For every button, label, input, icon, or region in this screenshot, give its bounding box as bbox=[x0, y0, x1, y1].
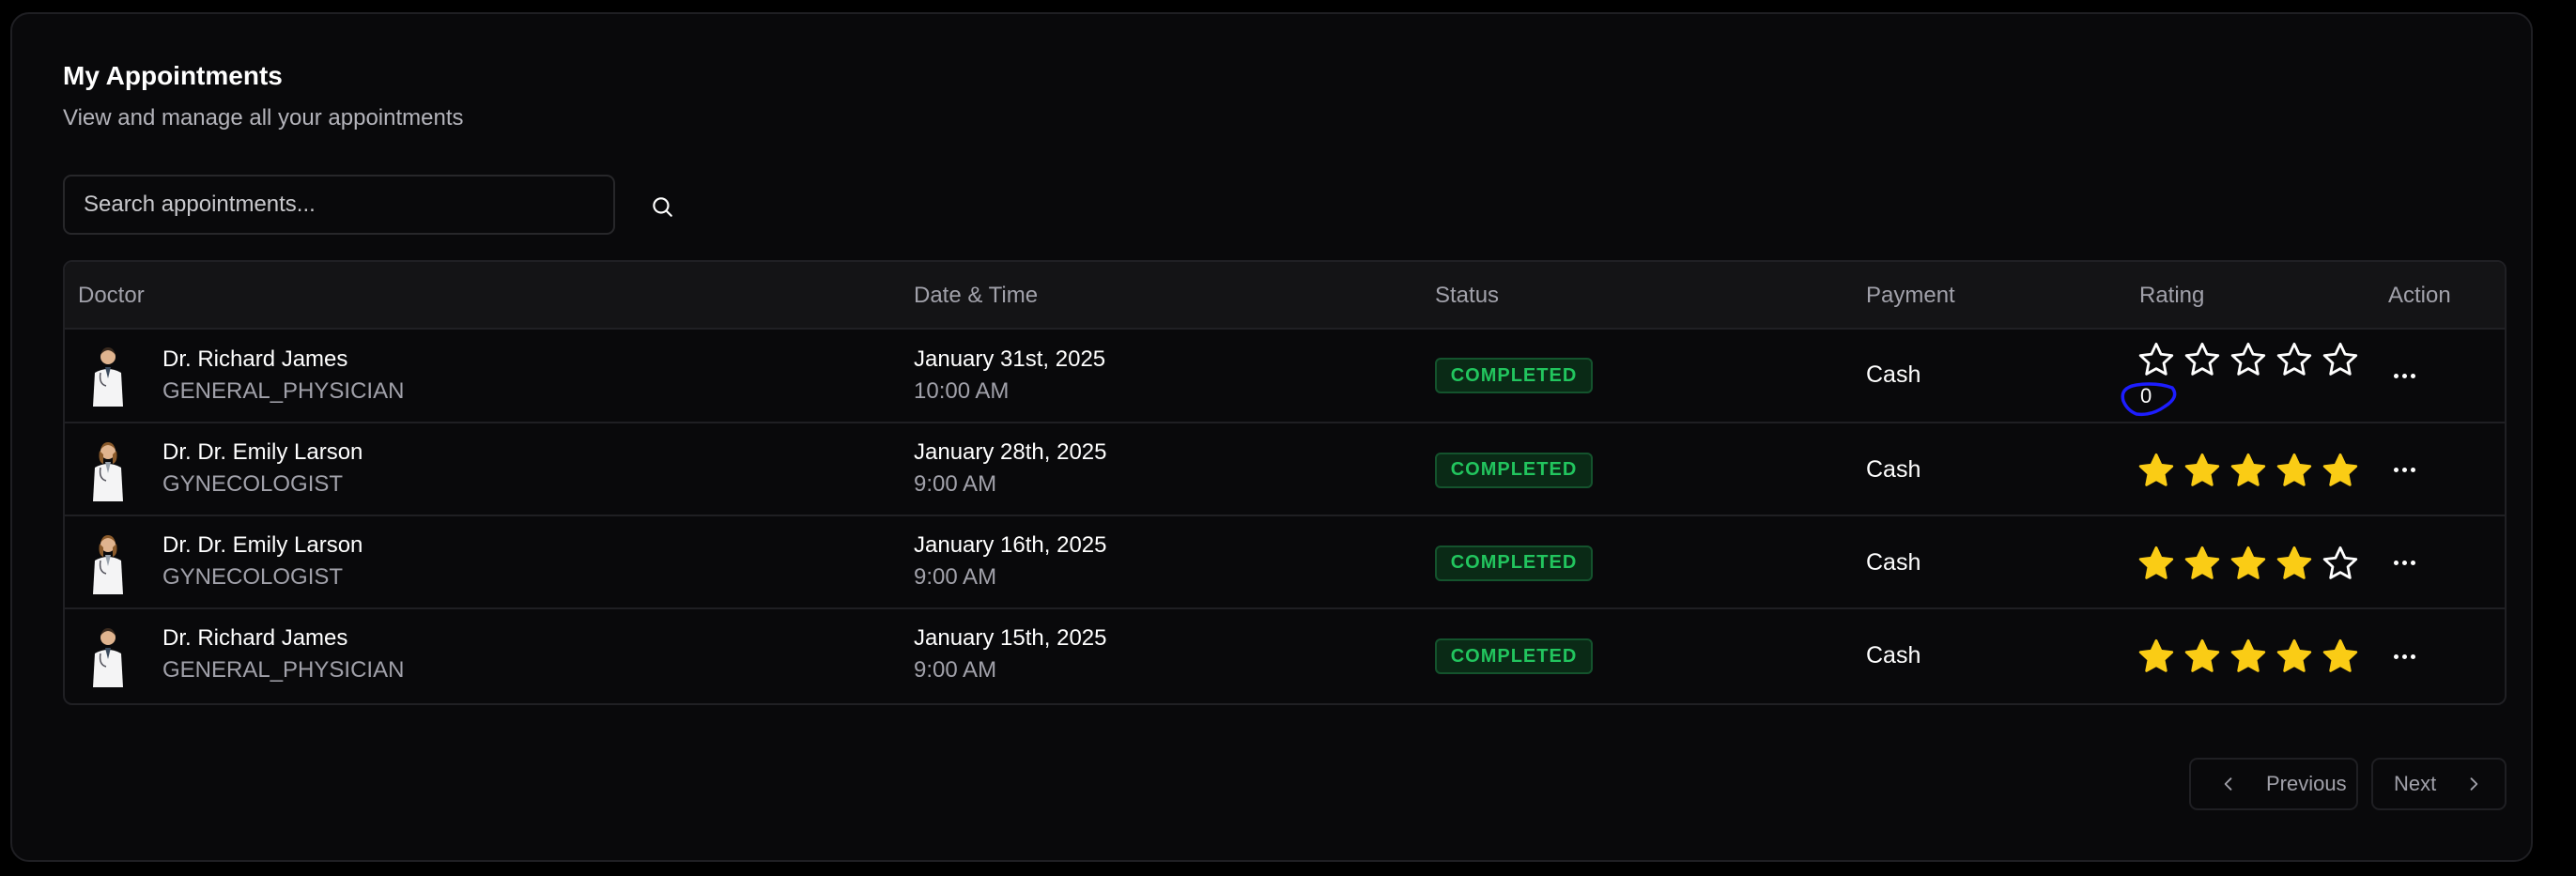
doctor-avatar-wrap bbox=[65, 345, 140, 407]
chevron-right-icon bbox=[2470, 777, 2478, 791]
more-horizontal-icon bbox=[2393, 468, 2415, 472]
doctor-speciality: GYNECOLOGIST bbox=[162, 471, 344, 497]
payment-method: Cash bbox=[1866, 642, 1921, 669]
doctor-name: Dr. Dr. Emily Larson bbox=[162, 439, 363, 465]
star-icon[interactable] bbox=[2183, 544, 2222, 583]
star-icon[interactable] bbox=[2229, 544, 2268, 583]
star-icon[interactable] bbox=[2321, 544, 2360, 583]
star-icon[interactable] bbox=[2321, 637, 2360, 676]
appointments-table: Doctor Date & Time Status Payment Rating… bbox=[63, 260, 2507, 705]
star-icon[interactable] bbox=[2275, 340, 2314, 379]
more-horizontal-icon bbox=[2393, 373, 2415, 378]
star-icon[interactable] bbox=[2275, 637, 2314, 676]
next-label: Next bbox=[2394, 772, 2437, 795]
star-icon[interactable] bbox=[2136, 451, 2176, 490]
appointment-time: 9:00 AM bbox=[914, 471, 997, 497]
appointment-date: January 15th, 2025 bbox=[914, 625, 1107, 651]
status-badge: COMPLETED bbox=[1435, 452, 1593, 488]
rating-stars[interactable] bbox=[2136, 544, 2360, 583]
doctor-avatar-wrap bbox=[65, 625, 140, 687]
status-badge: COMPLETED bbox=[1435, 358, 1593, 393]
appointment-time: 10:00 AM bbox=[914, 378, 1010, 404]
star-icon[interactable] bbox=[2229, 340, 2268, 379]
doctor-speciality: GYNECOLOGIST bbox=[162, 564, 344, 590]
more-actions-button[interactable] bbox=[2383, 361, 2426, 390]
appointment-date: January 16th, 2025 bbox=[914, 532, 1107, 558]
table-row: Dr. Dr. Emily Larson GYNECOLOGIST Januar… bbox=[65, 423, 2505, 516]
table-row: Dr. Dr. Emily Larson GYNECOLOGIST Januar… bbox=[65, 516, 2505, 609]
next-button[interactable]: Next bbox=[2371, 758, 2507, 810]
search-button[interactable] bbox=[641, 186, 683, 227]
table-header: Doctor Date & Time Status Payment Rating… bbox=[65, 262, 2505, 330]
search-input[interactable] bbox=[63, 175, 615, 235]
more-horizontal-icon bbox=[2393, 561, 2415, 565]
more-actions-button[interactable] bbox=[2383, 456, 2426, 484]
status-badge: COMPLETED bbox=[1435, 545, 1593, 581]
doctor-avatar bbox=[93, 441, 123, 501]
more-actions-button[interactable] bbox=[2383, 549, 2426, 577]
status-badge: COMPLETED bbox=[1435, 638, 1593, 674]
star-icon[interactable] bbox=[2321, 451, 2360, 490]
column-header-date-time: Date & Time bbox=[914, 283, 1039, 308]
doctor-avatar bbox=[93, 534, 123, 594]
table-row: Dr. Richard James GENERAL_PHYSICIAN Janu… bbox=[65, 328, 2505, 423]
appointment-time: 9:00 AM bbox=[914, 657, 997, 683]
star-icon[interactable] bbox=[2136, 544, 2176, 583]
appointment-time: 9:00 AM bbox=[914, 564, 997, 590]
star-icon[interactable] bbox=[2229, 451, 2268, 490]
search-icon bbox=[653, 197, 672, 217]
page-subtitle: View and manage all your appointments bbox=[63, 105, 464, 131]
column-header-action: Action bbox=[2388, 283, 2451, 308]
table-row: Dr. Richard James GENERAL_PHYSICIAN Janu… bbox=[65, 609, 2505, 703]
appointment-date: January 31st, 2025 bbox=[914, 346, 1106, 372]
appointment-date: January 28th, 2025 bbox=[914, 439, 1107, 465]
star-icon[interactable] bbox=[2229, 637, 2268, 676]
doctor-avatar-wrap bbox=[65, 439, 140, 501]
star-icon[interactable] bbox=[2183, 637, 2222, 676]
payment-method: Cash bbox=[1866, 361, 1921, 388]
chevron-left-icon bbox=[2224, 777, 2232, 791]
column-header-payment: Payment bbox=[1866, 283, 1955, 308]
rating-stars[interactable] bbox=[2136, 451, 2360, 490]
payment-method: Cash bbox=[1866, 548, 1921, 576]
more-horizontal-icon bbox=[2393, 653, 2415, 659]
doctor-name: Dr. Richard James bbox=[162, 346, 348, 372]
doctor-avatar bbox=[93, 347, 123, 407]
annotation-circle bbox=[2121, 382, 2177, 417]
more-actions-button[interactable] bbox=[2383, 642, 2426, 670]
page-title: My Appointments bbox=[63, 61, 283, 90]
star-icon[interactable] bbox=[2275, 451, 2314, 490]
star-icon[interactable] bbox=[2183, 340, 2222, 379]
doctor-avatar-wrap bbox=[65, 532, 140, 594]
column-header-doctor: Doctor bbox=[78, 283, 145, 308]
doctor-speciality: GENERAL_PHYSICIAN bbox=[162, 657, 405, 683]
star-icon[interactable] bbox=[2321, 340, 2360, 379]
rating-stars[interactable] bbox=[2136, 340, 2360, 379]
rating-stars[interactable] bbox=[2136, 637, 2360, 676]
doctor-name: Dr. Dr. Emily Larson bbox=[162, 532, 363, 558]
column-header-rating: Rating bbox=[2139, 283, 2205, 308]
payment-method: Cash bbox=[1866, 455, 1921, 483]
doctor-name: Dr. Richard James bbox=[162, 625, 348, 651]
appointments-card: My Appointments View and manage all your… bbox=[10, 12, 2533, 862]
previous-label: Previous bbox=[2266, 772, 2347, 795]
column-header-status: Status bbox=[1435, 283, 1500, 308]
star-icon[interactable] bbox=[2136, 340, 2176, 379]
star-icon[interactable] bbox=[2275, 544, 2314, 583]
previous-button[interactable]: Previous bbox=[2189, 758, 2358, 810]
star-icon[interactable] bbox=[2136, 637, 2176, 676]
doctor-speciality: GENERAL_PHYSICIAN bbox=[162, 378, 405, 404]
star-icon[interactable] bbox=[2183, 451, 2222, 490]
doctor-avatar bbox=[93, 628, 123, 687]
